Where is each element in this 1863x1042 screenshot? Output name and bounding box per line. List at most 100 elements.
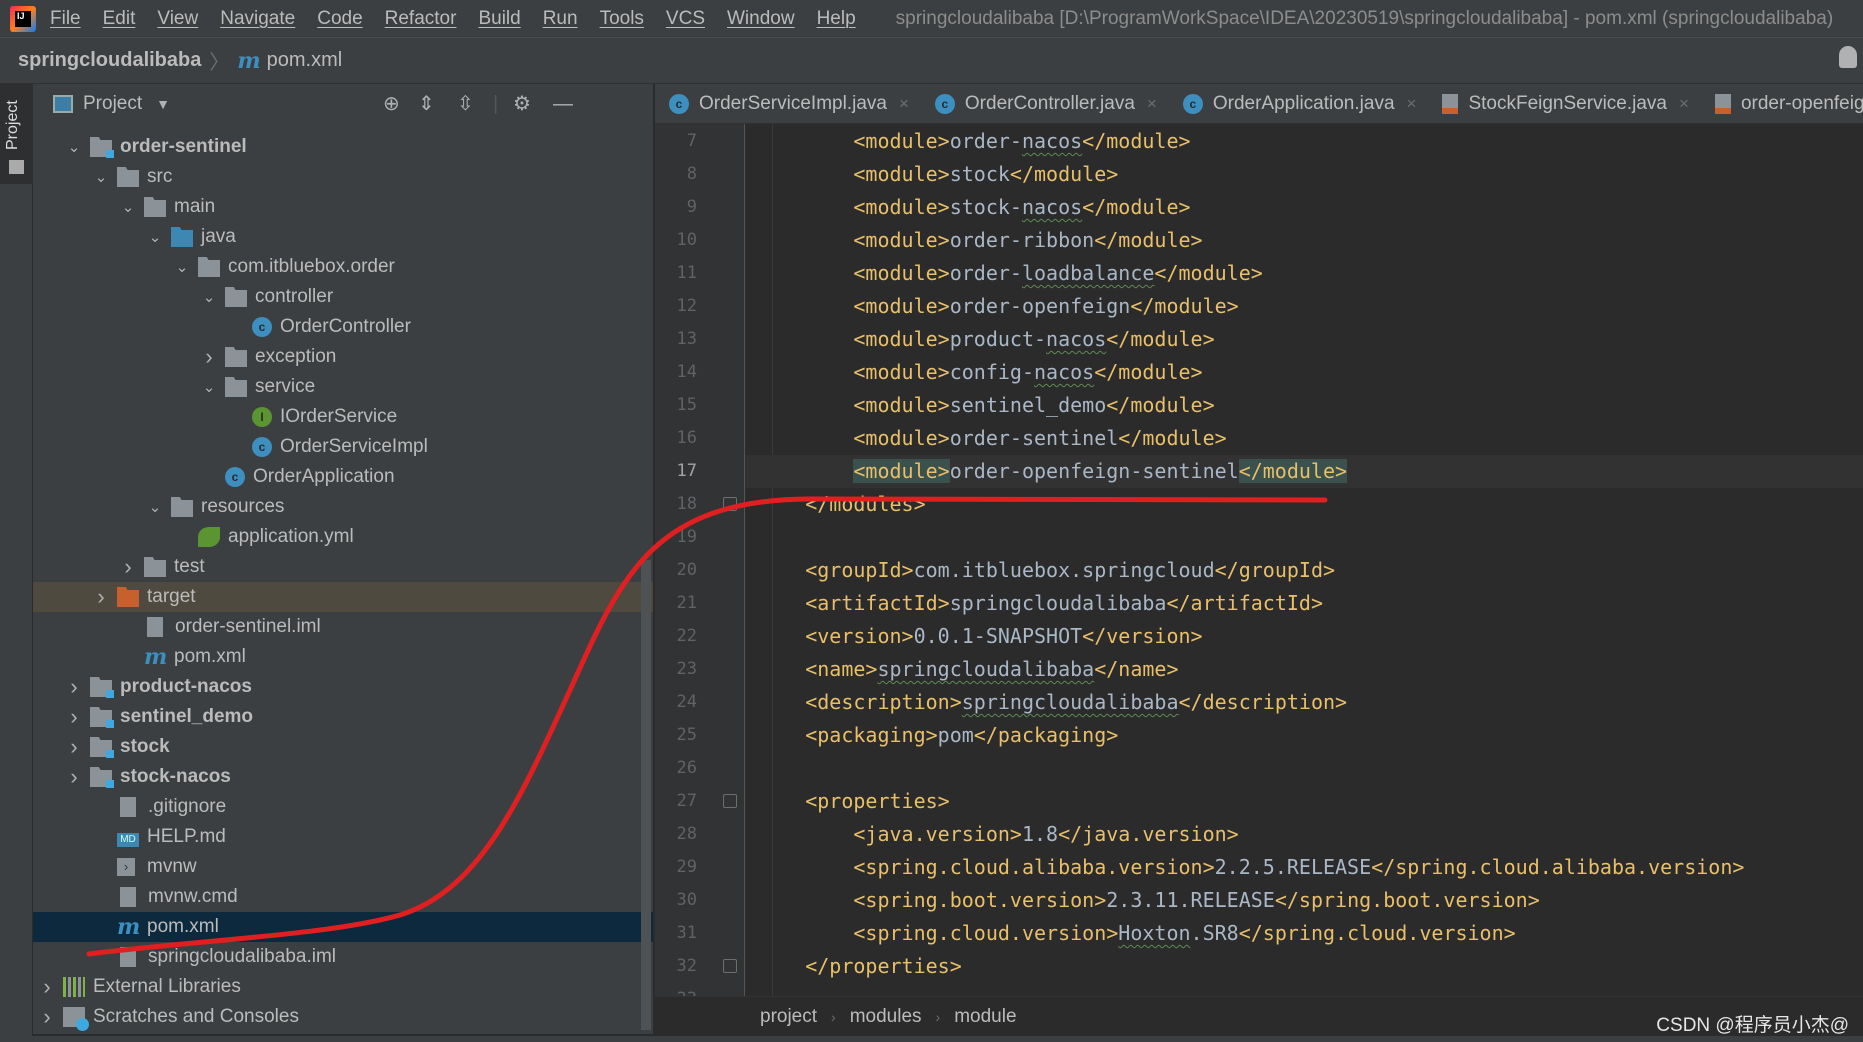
tree-item[interactable]: .gitignore (33, 792, 653, 822)
code-line: <module>order-ribbon</module> (853, 228, 1203, 252)
tree-item[interactable]: c OrderController (33, 312, 653, 342)
close-tab-icon[interactable]: × (1407, 94, 1417, 114)
chevron-down-icon[interactable]: ⌄ (145, 498, 165, 516)
crumb-modules[interactable]: modules (850, 1006, 922, 1028)
locate-icon[interactable]: ⊕ (383, 94, 400, 114)
tree-item[interactable]: ⌄ order-sentinel (33, 132, 653, 162)
tree-item-label: target (147, 586, 196, 607)
tree-scrollbar[interactable] (641, 560, 651, 1030)
chevron-down-icon[interactable]: ⌄ (172, 258, 192, 276)
project-view-selector[interactable]: Project (83, 93, 142, 115)
chevron-right-icon[interactable]: › (199, 344, 219, 370)
tree-item[interactable]: MD HELP.md (33, 822, 653, 852)
editor-tab[interactable]: c OrderApplication.java × (1169, 93, 1429, 115)
menu-tools[interactable]: Tools (600, 8, 644, 30)
tree-item[interactable]: › stock (33, 732, 653, 762)
menu-edit[interactable]: Edit (103, 8, 136, 30)
tree-item[interactable]: ⌄ src (33, 162, 653, 192)
scratch-icon (63, 1007, 89, 1031)
tree-item[interactable]: order-sentinel.iml (33, 612, 653, 642)
chevron-right-icon[interactable]: › (64, 764, 84, 790)
crumb-project[interactable]: project (760, 1006, 817, 1028)
tree-item[interactable]: m pom.xml (33, 642, 653, 672)
tree-item-label: resources (201, 496, 285, 517)
chevron-right-icon[interactable]: › (64, 734, 84, 760)
expand-all-icon[interactable]: ⇕ (418, 94, 435, 114)
tree-item[interactable]: ⌄ service (33, 372, 653, 402)
tree-item[interactable]: › test (33, 552, 653, 582)
tree-item[interactable]: › target (33, 582, 653, 612)
tree-item[interactable]: › sentinel_demo (33, 702, 653, 732)
tree-item[interactable]: ⌄ main (33, 192, 653, 222)
tree-item[interactable]: › stock-nacos (33, 762, 653, 792)
code-line: <groupId>com.itbluebox.springcloud</grou… (805, 558, 1336, 582)
editor-tab[interactable]: StockFeignService.java × (1428, 93, 1700, 115)
folder-icon (144, 557, 166, 577)
menu-view[interactable]: View (157, 8, 198, 30)
chevron-down-icon[interactable]: ⌄ (199, 378, 219, 396)
menu-run[interactable]: Run (543, 8, 578, 30)
hide-icon[interactable]: — (553, 94, 573, 114)
code-editor[interactable]: 7 8 9 10 11 12 13 14 15 16 17 18 19 20 21 22 23 24 25 26 27 2… (655, 124, 1863, 996)
tree-item[interactable]: › External Libraries (33, 972, 653, 1002)
menu-file[interactable]: File (50, 8, 81, 30)
user-icon[interactable] (1839, 46, 1857, 68)
tree-item[interactable]: ⌄ controller (33, 282, 653, 312)
menu-build[interactable]: Build (478, 8, 520, 30)
nav-file[interactable]: pom.xml (267, 49, 343, 72)
project-tool-tab[interactable]: Project (0, 84, 33, 184)
menu-navigate[interactable]: Navigate (220, 8, 295, 30)
chevron-right-icon[interactable]: › (37, 1004, 57, 1030)
project-panel-header: Project ▼ ⊕ ⇕ ⇳ | ⚙ — (33, 84, 653, 124)
tree-item[interactable]: ⌄ com.itbluebox.order (33, 252, 653, 282)
editor-tab[interactable]: c OrderController.java × (921, 93, 1169, 115)
chevron-right-icon[interactable]: › (118, 554, 138, 580)
chevron-right-icon[interactable]: › (64, 674, 84, 700)
crumb-module[interactable]: module (954, 1006, 1016, 1028)
menu-code[interactable]: Code (317, 8, 362, 30)
fold-marker-icon[interactable] (723, 497, 737, 511)
srcfolder-icon (171, 227, 193, 247)
tree-item[interactable]: application.yml (33, 522, 653, 552)
collapse-all-icon[interactable]: ⇳ (457, 94, 474, 114)
chevron-down-icon[interactable]: ⌄ (145, 228, 165, 246)
gear-icon[interactable]: ⚙ (513, 94, 531, 114)
tree-item[interactable]: › mvnw (33, 852, 653, 882)
chevron-down-icon[interactable]: ⌄ (64, 138, 84, 156)
menu-window[interactable]: Window (727, 8, 795, 30)
code-line: <module>order-sentinel</module> (853, 426, 1227, 450)
dropdown-arrow-icon[interactable]: ▼ (156, 96, 170, 112)
menu-help[interactable]: Help (817, 8, 856, 30)
chevron-right-icon[interactable]: › (64, 704, 84, 730)
tree-item[interactable]: › Scratches and Consoles (33, 1002, 653, 1032)
menu-refactor[interactable]: Refactor (385, 8, 457, 30)
tree-item[interactable]: c OrderServiceImpl (33, 432, 653, 462)
fold-marker-icon[interactable] (723, 794, 737, 808)
chevron-down-icon[interactable]: ⌄ (91, 168, 111, 186)
pkg-icon (225, 287, 247, 307)
tree-item[interactable]: I IOrderService (33, 402, 653, 432)
tree-item[interactable]: m pom.xml (33, 912, 653, 942)
tree-item[interactable]: ⌄ resources (33, 492, 653, 522)
java-file-icon (1442, 93, 1459, 114)
close-tab-icon[interactable]: × (899, 94, 909, 114)
chevron-down-icon[interactable]: ⌄ (118, 198, 138, 216)
chevron-down-icon[interactable]: ⌄ (199, 288, 219, 306)
close-tab-icon[interactable]: × (1147, 94, 1157, 114)
menu-vcs[interactable]: VCS (666, 8, 705, 30)
tree-item[interactable]: c OrderApplication (33, 462, 653, 492)
tree-item[interactable]: ⌄ java (33, 222, 653, 252)
chevron-right-icon[interactable]: › (37, 974, 57, 1000)
chevron-right-icon[interactable]: › (91, 584, 111, 610)
close-tab-icon[interactable]: × (1679, 94, 1689, 114)
tree-item[interactable]: mvnw.cmd (33, 882, 653, 912)
tree-item[interactable]: › exception (33, 342, 653, 372)
tree-item[interactable]: › product-nacos (33, 672, 653, 702)
nav-project[interactable]: springcloudalibaba (18, 49, 201, 72)
code-line: <artifactId>springcloudalibaba</artifact… (805, 591, 1324, 615)
editor-tab[interactable]: c OrderServiceImpl.java × (655, 93, 921, 115)
tree-item[interactable]: springcloudalibaba.iml (33, 942, 653, 972)
editor-tab[interactable]: order-openfeign (1701, 93, 1863, 115)
fold-marker-icon[interactable] (723, 959, 737, 973)
